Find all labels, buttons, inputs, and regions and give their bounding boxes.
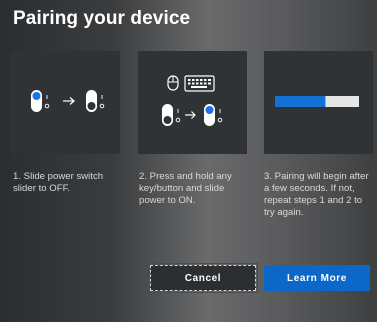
mouse-icon [167,75,179,91]
step-3-illustration [264,51,373,154]
power-switch-on-icon [204,104,223,126]
pairing-progress-bar [275,96,359,107]
arrow-right-icon [63,97,75,105]
power-switch-off-icon [86,90,105,112]
learn-more-button[interactable]: Learn More [264,265,370,291]
arrow-right-icon [185,111,196,119]
dialog-title: Pairing your device [13,8,191,29]
keyboard-icon [184,75,215,92]
step-2-illustration [138,51,247,154]
power-switch-on-icon [31,90,50,112]
step-1-instructions: 1. Slide power switch slider to OFF. [13,171,104,194]
power-switch-off-icon [162,104,181,126]
step-3-instructions: 3. Pairing will begin after a few second… [264,171,369,218]
step-2-instructions: 2. Press and hold any key/button and sli… [139,171,232,206]
cancel-button[interactable]: Cancel [148,263,258,293]
pairing-dialog: Pairing your device 1. Slide power switc… [0,0,377,322]
step-1-illustration [11,51,120,154]
